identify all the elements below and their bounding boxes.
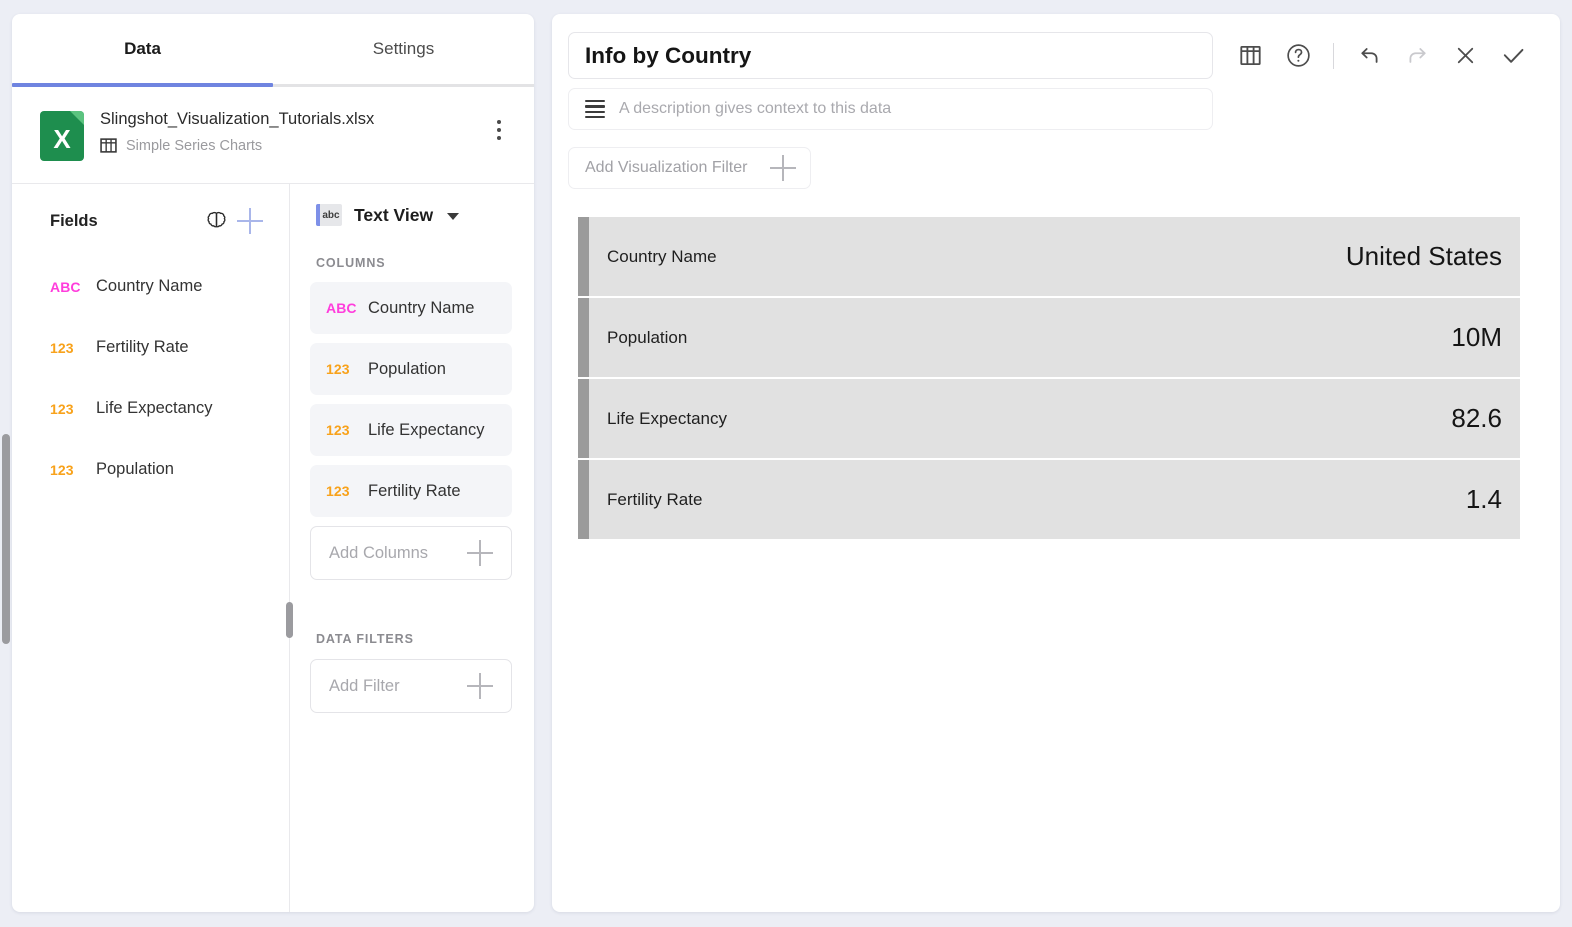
add-columns-button[interactable]: Add Columns <box>310 526 512 580</box>
column-label: Fertility Rate <box>368 481 461 500</box>
toolbar-divider <box>1333 42 1334 69</box>
brain-icon[interactable] <box>199 204 233 238</box>
row-accent-bar <box>578 460 589 539</box>
row-accent-bar <box>578 298 589 377</box>
row-accent-bar <box>578 379 589 458</box>
field-item-fertility-rate[interactable]: 123 Fertility Rate <box>12 317 273 378</box>
excel-file-icon: X <box>40 111 84 161</box>
right-panel: Info by Country A description gives cont… <box>552 14 1560 912</box>
column-chip-population[interactable]: 123 Population <box>310 343 512 395</box>
text-view-icon-label: abc <box>322 209 340 221</box>
confirm-check-icon[interactable] <box>1492 35 1534 77</box>
column-type-badge: 123 <box>326 361 350 377</box>
panel-tabs: Data Settings <box>12 14 534 87</box>
excel-icon-letter: X <box>53 123 71 154</box>
editor-toolbar <box>1229 35 1536 77</box>
row-value: United States <box>1345 241 1502 271</box>
description-placeholder: A description gives context to this data <box>619 100 892 117</box>
visualization-title: Info by Country <box>585 42 752 68</box>
field-item-life-expectancy[interactable]: 123 Life Expectancy <box>12 378 273 439</box>
field-type-badge: 123 <box>50 400 74 417</box>
field-item-population[interactable]: 123 Population <box>12 439 273 500</box>
plus-icon <box>467 540 493 566</box>
plus-icon <box>467 673 493 699</box>
file-name: Slingshot_Visualization_Tutorials.xlsx <box>100 110 375 128</box>
column-type-badge: 123 <box>326 422 350 438</box>
left-panel: Data Settings X Slingshot_Visualization_… <box>12 14 534 912</box>
column-label: Life Expectancy <box>368 420 485 439</box>
table-row[interactable]: Life Expectancy 82.6 <box>578 379 1520 458</box>
view-type-selector[interactable]: abc Text View <box>310 184 512 226</box>
column-chip-life-expectancy[interactable]: 123 Life Expectancy <box>310 404 512 456</box>
columns-column: abc Text View COLUMNS ABC Country Name 1… <box>290 184 534 912</box>
plus-icon <box>237 208 263 234</box>
table-row[interactable]: Population 10M <box>578 298 1520 377</box>
column-label: Population <box>368 359 446 378</box>
fields-header: Fields <box>12 184 273 256</box>
help-icon[interactable] <box>1277 35 1319 77</box>
column-label: Country Name <box>368 298 475 317</box>
close-icon[interactable] <box>1444 35 1486 77</box>
row-key: Fertility Rate <box>607 489 703 509</box>
row-key: Life Expectancy <box>607 408 728 428</box>
tab-settings[interactable]: Settings <box>273 14 534 87</box>
row-key: Country Name <box>607 246 717 266</box>
field-type-badge: 123 <box>50 461 74 478</box>
field-item-country-name[interactable]: ABC Country Name <box>12 256 273 317</box>
redo-icon[interactable] <box>1396 35 1438 77</box>
panel-body: Fields ABC Country Name 123 Fertility Ra… <box>12 184 534 912</box>
field-label: Country Name <box>96 277 203 295</box>
row-accent-bar <box>578 217 589 296</box>
tab-settings-label: Settings <box>372 38 435 58</box>
active-tab-indicator <box>12 83 273 87</box>
field-type-badge: ABC <box>50 278 81 295</box>
columns-section-label: COLUMNS <box>316 256 386 270</box>
columns-scrollbar-thumb[interactable] <box>286 602 293 638</box>
add-visualization-filter-button[interactable]: Add Visualization Filter <box>568 147 811 189</box>
tab-data[interactable]: Data <box>12 14 273 87</box>
table-icon <box>100 137 117 154</box>
add-filter-button[interactable]: Add Filter <box>310 659 512 713</box>
field-label: Life Expectancy <box>96 399 213 417</box>
data-source-row[interactable]: X Slingshot_Visualization_Tutorials.xlsx… <box>12 87 534 184</box>
field-label: Fertility Rate <box>96 338 189 356</box>
table-row[interactable]: Fertility Rate 1.4 <box>578 460 1520 539</box>
view-type-label: Text View <box>354 204 434 225</box>
row-value: 10M <box>1451 322 1502 352</box>
kebab-menu-icon[interactable] <box>486 113 512 147</box>
add-columns-label: Add Columns <box>329 543 429 562</box>
field-label: Population <box>96 460 174 478</box>
fields-column: Fields ABC Country Name 123 Fertility Ra… <box>12 184 290 912</box>
chevron-down-icon <box>447 213 460 220</box>
fields-title: Fields <box>50 211 98 230</box>
tab-data-label: Data <box>124 38 161 58</box>
add-filter-label: Add Filter <box>329 676 400 695</box>
visualization-title-input[interactable]: Info by Country <box>568 32 1213 79</box>
column-type-badge: ABC <box>326 300 357 316</box>
undo-icon[interactable] <box>1348 35 1390 77</box>
field-type-badge: 123 <box>50 339 74 356</box>
description-lines-icon <box>585 100 605 118</box>
row-value: 1.4 <box>1465 484 1502 514</box>
column-type-badge: 123 <box>326 483 350 499</box>
column-chip-fertility-rate[interactable]: 123 Fertility Rate <box>310 465 512 517</box>
app-root: Data Settings X Slingshot_Visualization_… <box>0 0 1572 927</box>
column-chip-country-name[interactable]: ABC Country Name <box>310 282 512 334</box>
text-view-icon: abc <box>316 204 342 226</box>
sheet-name: Simple Series Charts <box>126 137 263 154</box>
data-filters-section-label: DATA FILTERS <box>316 632 414 646</box>
data-source-text: Slingshot_Visualization_Tutorials.xlsx S… <box>100 109 470 154</box>
table-view-icon[interactable] <box>1229 35 1271 77</box>
add-field-button[interactable] <box>233 204 267 238</box>
plus-icon <box>770 155 796 181</box>
description-input[interactable]: A description gives context to this data <box>568 88 1213 130</box>
table-row[interactable]: Country Name United States <box>578 217 1520 296</box>
row-value: 82.6 <box>1451 403 1502 433</box>
row-key: Population <box>607 327 688 347</box>
title-row: Info by Country <box>568 32 1536 79</box>
add-visualization-filter-label: Add Visualization Filter <box>585 159 748 176</box>
text-view-rows: Country Name United States Population 10… <box>578 217 1520 539</box>
page-scrollbar-thumb[interactable] <box>2 434 10 644</box>
sheet-info: Simple Series Charts <box>100 137 470 154</box>
